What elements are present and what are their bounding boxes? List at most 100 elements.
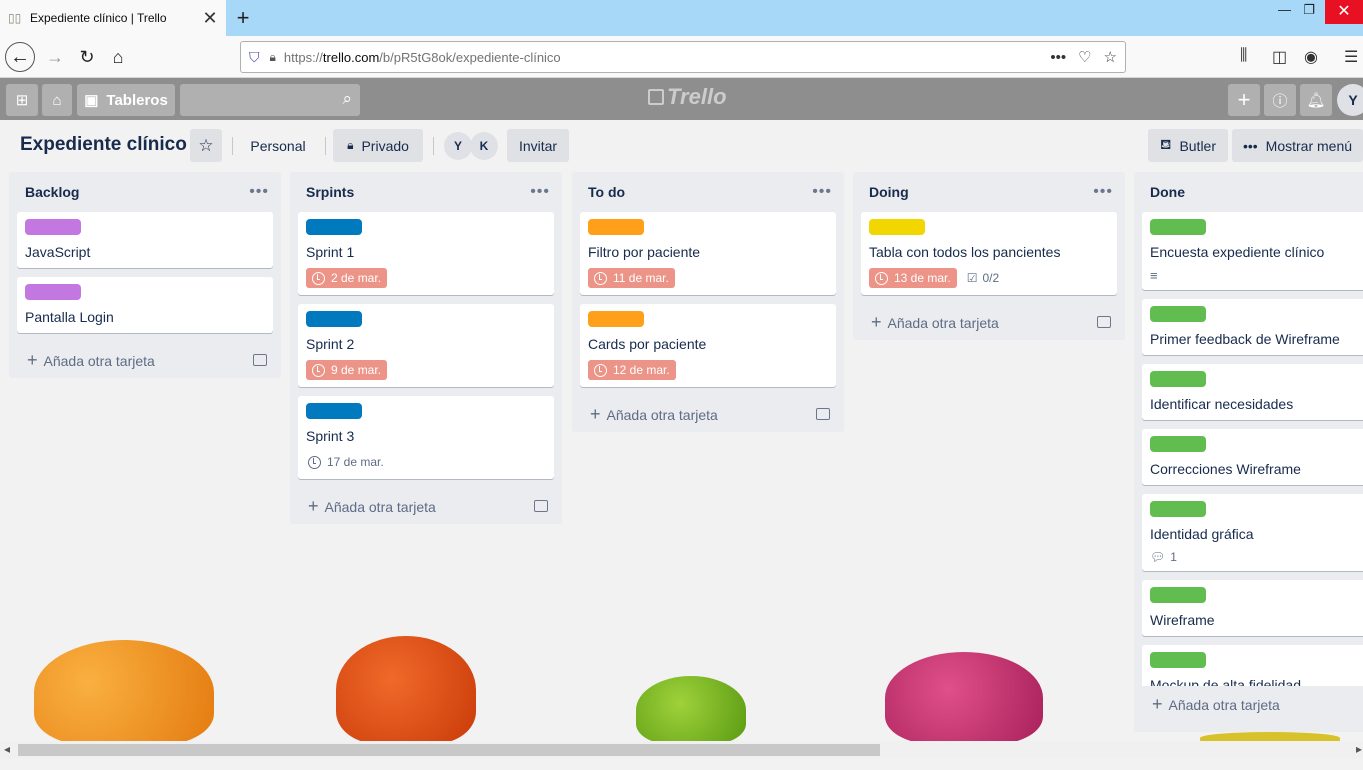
card[interactable]: Encuesta expediente clínico ≡ [1142,212,1363,290]
bookmark-star-icon[interactable]: ☆ [1104,48,1117,66]
restore-icon[interactable]: ❐ [1303,2,1315,18]
scroll-right-icon[interactable]: ▸ [1356,742,1362,756]
menu-icon[interactable]: ☰ [1344,47,1358,67]
tab-close-icon[interactable]: ✕ [202,8,218,29]
back-icon[interactable]: ← [5,42,35,72]
create-icon[interactable]: + [1228,84,1260,116]
card[interactable]: Correcciones Wireframe [1142,429,1363,485]
minimize-icon[interactable]: — [1278,2,1291,17]
card[interactable]: Sprint 3 17 de mar. [298,396,554,479]
page-actions-icon[interactable]: ••• [1050,49,1066,66]
member-avatar[interactable]: K [470,132,498,160]
account-icon[interactable]: ◉ [1304,47,1318,67]
card[interactable]: Wireframe [1142,580,1363,636]
card-label[interactable] [25,219,81,235]
list-more-icon[interactable]: ••• [812,183,832,201]
new-tab-icon[interactable]: + [232,5,254,31]
list-backlog[interactable]: Backlog ••• JavaScript Pantalla Login + Añ… [9,172,281,378]
add-card-button[interactable]: + Añada otra tarjeta [853,304,1125,340]
card-template-icon[interactable] [534,500,548,512]
card[interactable]: Primer feedback de Wireframe [1142,299,1363,355]
member-avatar[interactable]: Y [444,132,472,160]
star-board-icon[interactable]: ☆ [190,129,222,162]
card-label[interactable] [1150,219,1206,235]
url-text[interactable]: https://trello.com/b/pR5tG8ok/expediente… [284,50,1038,65]
team-button[interactable]: Personal [240,129,316,162]
add-card-button[interactable]: + Añada otra tarjeta [572,396,844,432]
scrollbar-thumb[interactable] [18,744,880,756]
shield-icon[interactable]: ⛉ [249,49,260,66]
card[interactable]: Sprint 1 2 de mar. [298,212,554,295]
visibility-button[interactable]: 🔒︎ Privado [333,129,423,162]
show-menu-button[interactable]: ••• Mostrar menú [1232,129,1363,162]
card-label[interactable] [869,219,925,235]
list-cards-scroll[interactable]: Encuesta expediente clínico ≡ Primer fee… [1134,212,1363,686]
card-template-icon[interactable] [1097,316,1111,328]
invite-button[interactable]: Invitar [507,129,569,162]
list-more-icon[interactable]: ••• [249,183,269,201]
list-done[interactable]: Done Encuesta expediente clínico ≡ Prime… [1134,172,1363,732]
board-title[interactable]: Expediente clínico [20,134,187,156]
list-to-do[interactable]: To do ••• Filtro por paciente 11 de mar. … [572,172,844,432]
info-icon[interactable]: ⓘ [1264,84,1296,116]
card-label[interactable] [1150,306,1206,322]
forward-icon[interactable]: → [40,42,70,72]
search-input[interactable]: ⌕ [180,84,360,116]
window-close-icon[interactable]: ✕ [1325,0,1363,24]
butler-button[interactable]: ⛾ Butler [1148,129,1228,162]
card-label[interactable] [588,219,644,235]
due-date-badge[interactable]: 11 de mar. [588,268,675,288]
card[interactable]: Sprint 2 9 de mar. [298,304,554,387]
add-card-button[interactable]: + Añada otra tarjeta [9,342,281,378]
card[interactable]: Mockup de alta fidelidad [1142,645,1363,686]
list-title[interactable]: To do [588,184,625,200]
home-button-icon[interactable]: ⌂ [42,84,72,116]
due-date-badge[interactable]: 13 de mar. [869,268,957,288]
card[interactable]: Identidad gráfica 💬︎ 1 [1142,494,1363,571]
card-label[interactable] [306,403,362,419]
card-label[interactable] [1150,501,1206,517]
list-doing[interactable]: Doing ••• Tabla con todos los pancientes … [853,172,1125,340]
card[interactable]: Tabla con todos los pancientes 13 de mar… [861,212,1117,295]
card[interactable]: Filtro por paciente 11 de mar. [580,212,836,295]
library-icon[interactable]: ⫼ [1240,47,1247,65]
list-title[interactable]: Doing [869,184,909,200]
card-label[interactable] [1150,587,1206,603]
due-date-badge[interactable]: 2 de mar. [306,268,388,288]
list-title[interactable]: Done [1150,184,1185,200]
horizontal-scrollbar[interactable]: ◂ ▸ [0,741,1363,759]
user-avatar[interactable]: Y [1337,84,1363,116]
list-title[interactable]: Srpints [306,184,354,200]
card-label[interactable] [1150,652,1206,668]
due-date-badge[interactable]: 17 de mar. [306,452,390,472]
browser-tab[interactable]: ▯▯ Expediente clínico | Trello ✕ [0,0,226,36]
due-date-badge[interactable]: 9 de mar. [306,360,388,380]
list-sprints[interactable]: Srpints ••• Sprint 1 2 de mar. Sprint 2 9… [290,172,562,524]
card[interactable]: JavaScript [17,212,273,268]
card-label[interactable] [306,311,362,327]
due-date-badge[interactable]: 12 de mar. [588,360,676,380]
url-bar[interactable]: ⛉ 🔒︎ https://trello.com/b/pR5tG8ok/exped… [240,41,1126,73]
trello-logo[interactable]: Trello [648,84,727,110]
list-more-icon[interactable]: ••• [1093,183,1113,201]
list-more-icon[interactable]: ••• [530,183,550,201]
home-icon[interactable]: ⌂ [103,42,133,72]
card[interactable]: Identificar necesidades [1142,364,1363,420]
lock-icon[interactable]: 🔒︎ [270,50,276,65]
boards-button[interactable]: ▣ Tableros [77,84,175,116]
notifications-icon[interactable]: 🔔︎ [1300,84,1332,116]
card-label[interactable] [1150,371,1206,387]
reload-icon[interactable]: ↻ [72,42,102,72]
add-card-button[interactable]: + Añada otra tarjeta [290,488,562,524]
card-template-icon[interactable] [816,408,830,420]
card-label[interactable] [1150,436,1206,452]
card-template-icon[interactable] [253,354,267,366]
scroll-left-icon[interactable]: ◂ [4,742,10,756]
card-label[interactable] [588,311,644,327]
card-label[interactable] [25,284,81,300]
add-card-button[interactable]: + Añada otra tarjeta [1134,686,1363,722]
pocket-icon[interactable]: ♡ [1078,48,1091,66]
card[interactable]: Pantalla Login [17,277,273,333]
card[interactable]: Cards por paciente 12 de mar. [580,304,836,387]
list-title[interactable]: Backlog [25,184,79,200]
